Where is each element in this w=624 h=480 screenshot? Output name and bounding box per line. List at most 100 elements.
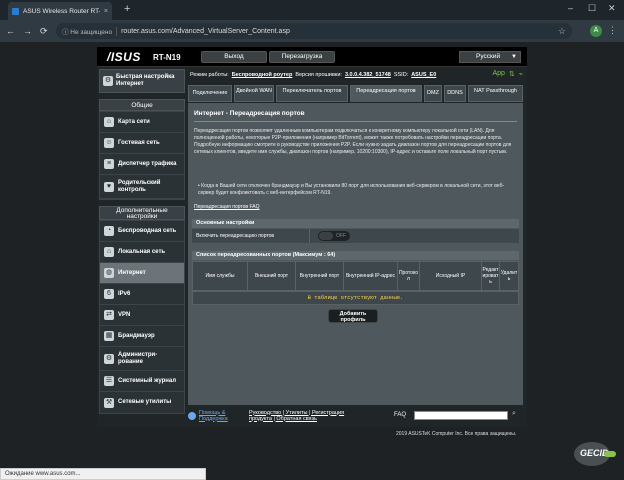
general-group: ⌂ Карта сети ☺ Гостевая сеть ≡ Диспетчер… (99, 111, 185, 200)
url-divider (116, 26, 118, 36)
sidebar-item-label: Беспроводная сеть (118, 227, 177, 234)
sidebar-item-guest-network[interactable]: ☺ Гостевая сеть (100, 133, 184, 154)
ssid-label: SSID: (393, 72, 409, 78)
ssid-value[interactable]: ASUS_E0 (411, 72, 436, 78)
search-icon[interactable]: ⌕ (512, 410, 516, 418)
footer: Помощь & Поддержка Руководство | Утилиты… (188, 409, 523, 422)
sidebar-item-label: Администри-рование (118, 352, 158, 365)
language-select[interactable]: Русский ▼ (459, 51, 521, 63)
chevron-down-icon: ▼ (511, 54, 517, 60)
sidebar-item-system-log[interactable]: ☰ Системный журнал (100, 371, 184, 392)
sidebar-item-label: Карта сети (118, 118, 150, 125)
new-tab-icon[interactable]: + (124, 3, 130, 15)
col-source-ip: Исходный IP (419, 262, 481, 290)
faq-link[interactable]: Переадресация портов FAQ (194, 204, 259, 210)
sidebar-item-network-tools[interactable]: ⚒ Сетевые утилиты (100, 392, 184, 413)
footer-links-line2[interactable]: продукта | Обратная связь (249, 416, 317, 422)
wireless-icon: ◔ (104, 226, 114, 236)
sidebar-item-network-map[interactable]: ⌂ Карта сети (100, 112, 184, 133)
sidebar-item-traffic-manager[interactable]: ≡ Диспетчер трафика (100, 154, 184, 175)
sidebar-item-vpn[interactable]: ⇄ VPN (100, 305, 184, 326)
col-service-name: Имя службы (205, 273, 235, 279)
sidebar-item-parental-control[interactable]: ♥ Родительский контроль (100, 175, 184, 199)
address-bar: ← → ⟳ ⓘ Не защищено router.asus.com/Adva… (0, 20, 624, 42)
url-text[interactable]: router.asus.com/Advanced_VirtualServer_C… (121, 28, 290, 35)
url-field[interactable]: ⓘ Не защищено router.asus.com/Advanced_V… (56, 23, 572, 39)
sidebar-item-ipv6[interactable]: 6 IPv6 (100, 284, 184, 305)
sidebar-item-administration[interactable]: ⚙ Администри-рование (100, 347, 184, 371)
sidebar-item-wireless[interactable]: ◔ Беспроводная сеть (100, 221, 184, 242)
browser-menu-icon[interactable]: ⋮ (608, 25, 617, 36)
firmware-value[interactable]: 3.0.0.4.382_51748 (345, 72, 391, 78)
browser-tab[interactable]: ASUS Wireless Router RT-N19 - A × (8, 2, 112, 20)
tab-ddns[interactable]: DDNS (444, 85, 466, 102)
forward-icon[interactable]: → (23, 26, 32, 36)
quick-setup-button[interactable]: ⚙ Быстрая настройка Интернет (99, 69, 185, 93)
logout-button[interactable]: Выход (201, 51, 267, 63)
bookmark-star-icon[interactable]: ☆ (558, 26, 566, 37)
tab-dmz[interactable]: DMZ (424, 85, 442, 102)
guest-network-icon: ☺ (104, 138, 114, 148)
firmware-label: Версия прошивки: (295, 72, 342, 78)
faq-search-input[interactable] (414, 411, 508, 420)
enable-label: Включить переадресацию портов (196, 233, 275, 239)
sidebar-item-lan[interactable]: ⌂ Локальная сеть (100, 242, 184, 263)
faq-search-label: FAQ (394, 412, 407, 418)
tab-dual-wan[interactable]: Двойной WAN (234, 85, 274, 102)
app-label[interactable]: App (492, 70, 504, 78)
sidebar-item-label: IPv6 (118, 290, 131, 297)
col-protocol: Протокол (397, 262, 419, 290)
window-close-icon[interactable]: ✕ (608, 3, 616, 14)
sidebar-item-label: Диспетчер трафика (118, 160, 177, 167)
sidebar-item-label: Брандмауэр (118, 332, 155, 339)
tab-title: ASUS Wireless Router RT-N19 - A (23, 7, 100, 15)
back-icon[interactable]: ← (6, 26, 15, 36)
sidebar-item-label: Локальная сеть (118, 248, 166, 255)
maximize-icon[interactable]: ☐ (588, 3, 596, 14)
tab-port-forwarding[interactable]: Переадресация портов (350, 85, 422, 102)
sidebar: ⚙ Быстрая настройка Интернет Общие ⌂ Кар… (99, 69, 185, 414)
router-page: /ISUS RT-N19 Выход Перезагрузка Русский … (97, 47, 527, 427)
warning-bullet: • Когда в Вашей сети отключен брандмауэр… (198, 183, 505, 196)
sidebar-item-label: Системный журнал (118, 377, 177, 384)
browser-status-bar: Ожидание www.asus.com... (0, 468, 206, 480)
browser-tabbar: ASUS Wireless Router RT-N19 - A × + – ☐ … (0, 0, 624, 20)
tab-connection[interactable]: Подключение (188, 85, 232, 102)
port-table-header: Имя службы Внешний порт Внутренний порт … (192, 261, 519, 291)
reboot-button[interactable]: Перезагрузка (269, 51, 335, 63)
minimize-icon[interactable]: – (568, 3, 573, 13)
parental-control-icon: ♥ (104, 181, 114, 192)
port-list-header: Список переадресованных портов (Максимум… (192, 251, 519, 260)
sidebar-item-label: Интернет (118, 269, 146, 276)
mode-value[interactable]: Беспроводной роутер (232, 72, 293, 78)
network-icon[interactable]: ⇅ (509, 70, 515, 78)
col-edit: Редактировать (481, 262, 499, 290)
close-icon[interactable]: × (104, 8, 108, 15)
row-divider (309, 229, 310, 243)
sidebar-item-label: VPN (118, 311, 131, 318)
sidebar-item-wan[interactable]: ◍ Интернет (100, 263, 184, 284)
tab-nat-passthrough[interactable]: NAT Passthrough (468, 85, 523, 102)
usb-icon[interactable]: ⌁ (519, 70, 523, 78)
globe-icon: ◍ (104, 268, 114, 278)
profile-avatar[interactable]: A (590, 25, 602, 37)
security-indicator[interactable]: ⓘ Не защищено (62, 26, 112, 36)
title-divider (194, 121, 517, 122)
sidebar-item-firewall[interactable]: ▦ Брандмауэр (100, 326, 184, 347)
lan-icon: ⌂ (104, 247, 114, 257)
help-support-link[interactable]: Помощь & Поддержка (199, 410, 233, 422)
tab-port-trigger[interactable]: Переключатель портов (276, 85, 348, 102)
toggle-state: OFF (336, 233, 346, 239)
enable-row: Включить переадресацию портов OFF (192, 229, 519, 243)
asus-logo: /ISUS (107, 50, 141, 64)
add-profile-button[interactable]: Добавить профиль (328, 309, 378, 323)
status-icons: App ⇅ ⌁ (492, 70, 523, 78)
subtabs: Подключение Двойной WAN Переключатель по… (188, 84, 523, 103)
enable-toggle[interactable]: OFF (318, 231, 350, 241)
reload-icon[interactable]: ⟳ (40, 26, 48, 37)
toggle-knob (319, 232, 333, 240)
general-header: Общие (99, 99, 185, 111)
ipv6-icon: 6 (104, 289, 114, 299)
help-icon (188, 411, 196, 420)
watermark-logo: GECID (566, 440, 618, 468)
